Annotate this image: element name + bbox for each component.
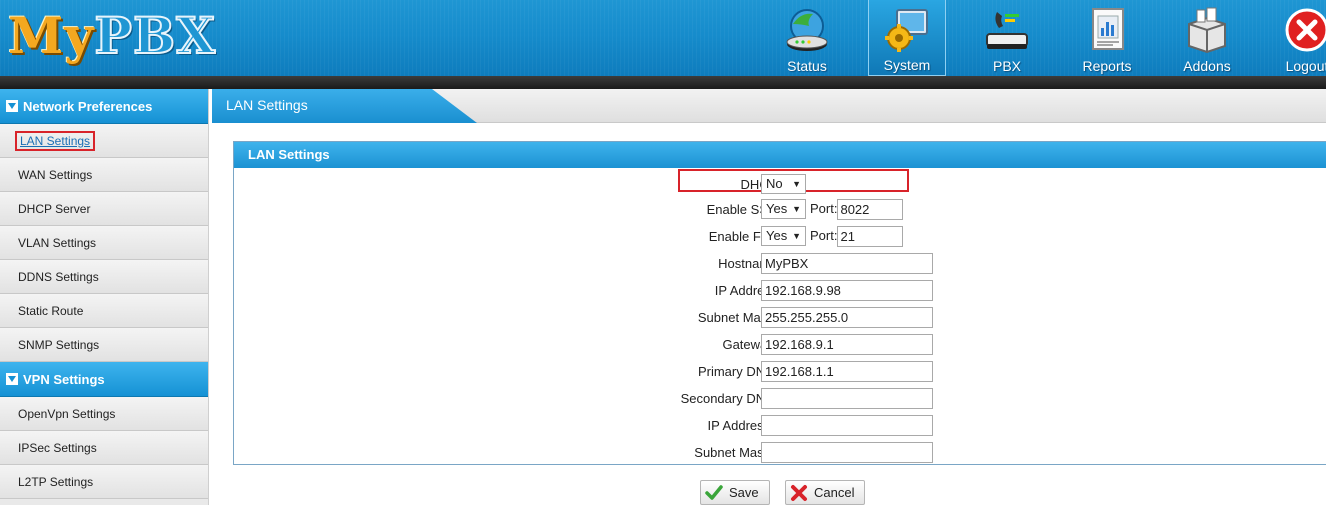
sidebar-item-wan-settings[interactable]: WAN Settings	[0, 158, 208, 192]
panel-title: LAN Settings	[234, 142, 1326, 168]
nav-reports-label: Reports	[1082, 58, 1132, 74]
sidebar-section-vpn[interactable]: VPN Settings	[0, 362, 208, 397]
primary-dns-input[interactable]: 192.168.1.1	[761, 361, 933, 382]
save-button[interactable]: Save	[700, 480, 770, 505]
nav-pbx[interactable]: PBX	[968, 0, 1046, 76]
sidebar-item-vlan-settings[interactable]: VLAN Settings	[0, 226, 208, 260]
status-icon	[786, 9, 828, 51]
mask-row: Subnet Mask : 255.255.255.0	[234, 307, 1326, 329]
nav-addons-label: Addons	[1183, 58, 1231, 74]
collapse-arrow-icon	[6, 100, 18, 112]
nav-logout-label: Logout	[1285, 58, 1326, 74]
cancel-button-label: Cancel	[814, 485, 855, 500]
secondary-dns-input[interactable]	[761, 388, 933, 409]
cancel-button[interactable]: Cancel	[785, 480, 865, 505]
mask2-row: Subnet Mask2:	[234, 442, 1326, 464]
sidebar-item-lan-settings[interactable]: LAN Settings	[0, 124, 208, 158]
sidebar-item-openvpn-settings[interactable]: OpenVpn Settings	[0, 397, 208, 431]
save-button-label: Save	[729, 485, 759, 500]
nav-addons[interactable]: Addons	[1168, 0, 1246, 76]
main-content: LAN Settings LAN Settings DHCP: No▼ Enab…	[212, 89, 1326, 505]
hostname-row: Hostname: MyPBX	[234, 253, 1326, 275]
header-divider	[0, 76, 1326, 89]
ssh-select[interactable]: Yes ▼	[761, 199, 806, 219]
gateway-input[interactable]: 192.168.9.1	[761, 334, 933, 355]
top-header: MyPBX Status System PBX Reports Addons L…	[0, 0, 1326, 76]
ip-row: IP Address: 192.168.9.98	[234, 280, 1326, 302]
sidebar-item-snmp-settings[interactable]: SNMP Settings	[0, 328, 208, 362]
reports-icon	[1092, 8, 1124, 50]
dns2-row: Secondary DNS :	[234, 388, 1326, 410]
sidebar-item-ddns-settings[interactable]: DDNS Settings	[0, 260, 208, 294]
dns1-row: Primary DNS : 192.168.1.1	[234, 361, 1326, 383]
logout-icon	[1285, 8, 1326, 52]
checkmark-icon	[705, 485, 723, 500]
sidebar-section-network[interactable]: Network Preferences	[0, 89, 208, 124]
sidebar-item-static-route[interactable]: Static Route	[0, 294, 208, 328]
hostname-input[interactable]: MyPBX	[761, 253, 933, 274]
sidebar-item-dhcp-server[interactable]: DHCP Server	[0, 192, 208, 226]
sidebar: Network Preferences LAN Settings WAN Set…	[0, 89, 209, 505]
lan-settings-panel: LAN Settings DHCP: No▼ Enable SSH: Yes▼P…	[233, 141, 1326, 465]
ftp-port-input[interactable]: 21	[837, 226, 904, 247]
subnet-mask-input[interactable]: 255.255.255.0	[761, 307, 933, 328]
dropdown-arrow-icon: ▼	[792, 204, 801, 214]
dropdown-arrow-icon: ▼	[792, 179, 801, 189]
nav-pbx-label: PBX	[992, 58, 1021, 74]
pbx-icon	[986, 12, 1028, 49]
addons-icon	[1188, 7, 1226, 54]
system-icon	[885, 9, 928, 52]
ip-address-input[interactable]: 192.168.9.98	[761, 280, 933, 301]
nav-system[interactable]: System	[868, 0, 946, 76]
ssh-port-input[interactable]: 8022	[837, 199, 904, 220]
ip2-row: IP Address2:	[234, 415, 1326, 437]
mypbx-logo: MyPBX	[8, 5, 217, 66]
tab-lan-settings[interactable]: LAN Settings	[212, 89, 477, 123]
tab-bar: LAN Settings	[212, 89, 1326, 123]
collapse-arrow-icon	[6, 373, 18, 385]
dhcp-row: DHCP: No▼	[234, 174, 1326, 196]
sidebar-item-l2tp-settings[interactable]: L2TP Settings	[0, 465, 208, 499]
dhcp-select[interactable]: No ▼	[761, 174, 806, 194]
ftp-port-label: Port:	[810, 228, 838, 243]
nav-status-label: Status	[787, 58, 827, 74]
nav-status[interactable]: Status	[768, 0, 846, 76]
sidebar-item-ipsec-settings[interactable]: IPSec Settings	[0, 431, 208, 465]
dropdown-arrow-icon: ▼	[792, 231, 801, 241]
sidebar-section-title: Network Preferences	[23, 99, 153, 114]
nav-logout[interactable]: Logout	[1268, 0, 1326, 76]
gateway-row: Gateway : 192.168.9.1	[234, 334, 1326, 356]
cancel-x-icon	[791, 485, 807, 501]
ftp-row: Enable FTP: Yes ▼ Port: 21	[234, 226, 1326, 248]
ssh-row: Enable SSH: Yes ▼ Port: 8022	[234, 199, 1326, 221]
subnet-mask2-input[interactable]	[761, 442, 933, 463]
nav-reports[interactable]: Reports	[1068, 0, 1146, 76]
ftp-select[interactable]: Yes ▼	[761, 226, 806, 246]
ssh-port-label: Port:	[810, 201, 838, 216]
nav-system-label: System	[883, 57, 931, 73]
ip-address2-input[interactable]	[761, 415, 933, 436]
sidebar-section-title: VPN Settings	[23, 372, 105, 387]
